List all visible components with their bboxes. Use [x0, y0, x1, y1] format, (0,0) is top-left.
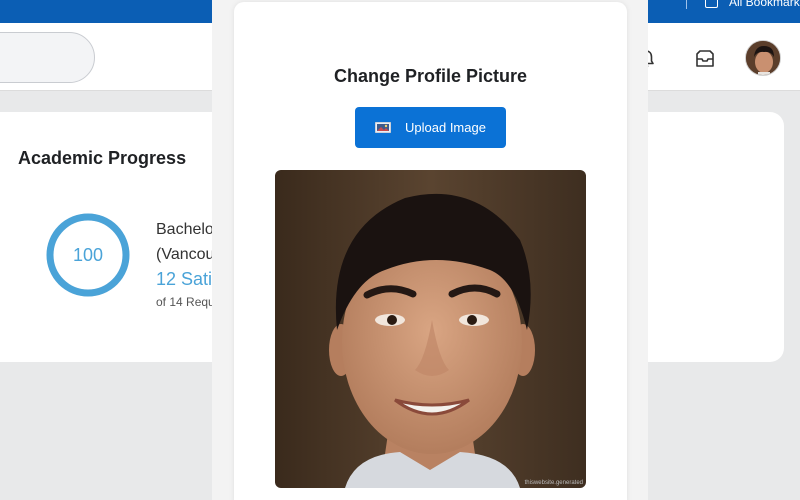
dialog-title: Change Profile Picture	[333, 66, 528, 86]
profile-photo: thiswebsite.generated	[275, 170, 586, 488]
change-profile-picture-dialog: Change Profile Picture Upload Image this…	[234, 2, 627, 500]
bookmarks-label: All Bookmarks	[729, 0, 800, 9]
image-icon	[375, 122, 392, 133]
photo-watermark: thiswebsite.generated	[524, 480, 583, 486]
divider	[686, 0, 687, 9]
requirements-total: of 14 Requirements	[156, 295, 216, 309]
bookmark-icon	[705, 0, 718, 8]
upload-image-button[interactable]: Upload Image	[355, 107, 506, 148]
card-title: Academic Progress	[18, 148, 187, 168]
upload-label: Upload Image	[405, 120, 486, 135]
avatar[interactable]	[745, 40, 781, 76]
degree-summary: Bachelor (Vancouv 12 Satisfied of 14 Req…	[156, 217, 216, 310]
search-input[interactable]	[0, 32, 95, 83]
progress-ring: 100	[46, 213, 130, 297]
inbox-icon[interactable]	[694, 48, 716, 70]
satisfied-count: 12 Satisfied	[156, 269, 216, 289]
progress-value: 100	[73, 245, 103, 265]
degree-name: Bachelor	[156, 221, 216, 238]
degree-campus: (Vancouv	[156, 246, 216, 263]
